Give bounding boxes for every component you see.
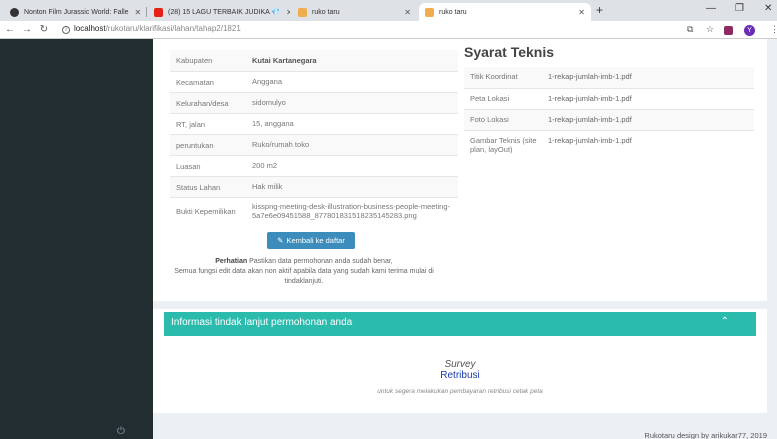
profile-avatar[interactable]: Y	[744, 25, 755, 36]
followup-box: Informasi tindak lanjut permohonan anda …	[153, 309, 767, 413]
row-value: Kutai Kartanegara	[252, 55, 317, 65]
notice-line-2: Semua fungsi edit data akan non aktif ap…	[174, 267, 434, 285]
survey-label: Survey	[444, 359, 476, 370]
row-label: Bukti Kepemilikan	[176, 206, 236, 216]
row-value: Hak milik	[252, 182, 283, 192]
url-path: /rukotaru/klarifikasi/lahan/tahap2/1821	[105, 24, 241, 33]
application-detail-box: Kabupaten Kutai Kartanegara Kecamatan Angg…	[153, 39, 767, 301]
tab-title: ruko taru	[312, 8, 340, 16]
edit-icon: ✎	[277, 236, 284, 245]
row-value[interactable]: kisspng-meeting-desk-illustration-busine…	[248, 199, 458, 224]
browser-tab-active[interactable]: ruko taru ✕	[419, 3, 591, 21]
sidebar: ⏻	[0, 39, 153, 439]
browser-tab[interactable]: (28) 15 LAGU TERBAIK JUDIKA 💎 ✕	[148, 3, 290, 21]
close-window-icon[interactable]: ✕	[764, 3, 772, 14]
followup-status: Survey Retribusi untuk segera melakukan …	[153, 359, 767, 395]
table-row: Kecamatan Anggana	[170, 71, 458, 92]
url-host: localhost	[74, 24, 106, 33]
main-content: Kabupaten Kutai Kartanegara Kecamatan Angg…	[153, 39, 777, 439]
row-label: Kabupaten	[176, 56, 213, 65]
tab-title: Nonton Film Jurassic World: Falle	[24, 8, 129, 16]
mail-favicon-icon	[425, 7, 434, 17]
mail-favicon-icon	[298, 7, 307, 17]
technical-requirements-title: Syarat Teknis	[464, 44, 555, 60]
row-value: Ruko/rumah toko	[252, 140, 310, 150]
close-tab-icon[interactable]: ✕	[572, 8, 585, 17]
row-value: 200 m2	[252, 161, 278, 171]
row-label: Kelurahan/desa	[176, 98, 229, 108]
followup-title: Informasi tindak lanjut permohonan anda	[171, 317, 353, 328]
browser-tab-bar: Nonton Film Jurassic World: Falle ✕ (28)…	[0, 0, 777, 21]
close-tab-icon[interactable]: ✕	[129, 8, 142, 17]
payment-hint: untuk segera melakukan pembayaran retrib…	[377, 388, 543, 395]
close-tab-icon[interactable]: ✕	[280, 8, 290, 17]
row-label: Kecamatan	[176, 77, 214, 87]
reload-icon[interactable]: ↻	[37, 24, 51, 35]
row-label: Titik Koordinat	[470, 72, 518, 81]
address-bar: ← → ↻ i localhost/rukotaru/klarifikasi/la…	[0, 21, 777, 39]
translate-icon[interactable]: ⧉	[687, 24, 693, 35]
power-icon[interactable]: ⏻	[117, 426, 125, 437]
land-info-table: Kabupaten Kutai Kartanegara Kecamatan Angg…	[170, 50, 458, 224]
back-to-list-label: Kembali ke daftar	[286, 236, 345, 245]
row-label: Gambar Teknis (site plan, layOut)	[470, 136, 537, 154]
minimize-icon[interactable]: —	[706, 3, 716, 14]
row-label: peruntukan	[176, 140, 214, 150]
chevron-up-icon[interactable]: ⌃	[721, 316, 729, 327]
retribusi-link[interactable]: Retribusi	[153, 370, 767, 381]
footer-credit: Rukotaru design by arikukar77, 2019	[644, 431, 767, 439]
new-tab-button[interactable]: +	[596, 3, 603, 17]
extension-icon[interactable]	[724, 26, 733, 35]
row-label: RT, jalan	[176, 119, 206, 129]
notice-line-1: Pastikan data permohonan anda sudah bena…	[249, 258, 393, 265]
restore-icon[interactable]: ❐	[735, 3, 744, 14]
table-row: Kelurahan/desa sidomulyo	[170, 92, 458, 113]
table-row: Foto Lokasi 1-rekap-jumlah-imb-1.pdf	[464, 109, 754, 130]
table-row: Bukti Kepemilikan kisspng-meeting-desk-il…	[170, 197, 458, 224]
row-value: sidomulyo	[252, 98, 286, 108]
url-field[interactable]: i localhost/rukotaru/klarifikasi/lahan/ta…	[62, 24, 241, 34]
file-link[interactable]: 1-rekap-jumlah-imb-1.pdf	[548, 94, 754, 103]
browser-tab[interactable]: Nonton Film Jurassic World: Falle ✕	[4, 3, 144, 21]
file-link[interactable]: 1-rekap-jumlah-imb-1.pdf	[548, 72, 754, 81]
site-favicon-icon	[10, 7, 19, 17]
table-row: Luasan 200 m2	[170, 155, 458, 176]
table-row: RT, jalan 15, anggana	[170, 113, 458, 134]
notice-text: Perhatian Pastikan data permohonan anda …	[158, 257, 450, 286]
back-arrow-icon[interactable]: ←	[3, 24, 17, 35]
close-tab-icon[interactable]: ✕	[398, 8, 411, 17]
row-label: Luasan	[176, 161, 201, 171]
table-row: Peta Lokasi 1-rekap-jumlah-imb-1.pdf	[464, 88, 754, 109]
row-label: Foto Lokasi	[470, 115, 509, 124]
technical-requirements-table: Titik Koordinat 1-rekap-jumlah-imb-1.pdf …	[464, 67, 754, 162]
followup-header[interactable]: Informasi tindak lanjut permohonan anda …	[164, 312, 756, 336]
table-row: peruntukan Ruko/rumah toko	[170, 134, 458, 155]
tab-title: ruko taru	[439, 8, 467, 16]
row-value: Anggana	[252, 77, 283, 87]
table-row: Status Lahan Hak milik	[170, 176, 458, 197]
table-row: Gambar Teknis (site plan, layOut) 1-rekap…	[464, 130, 754, 162]
table-row: Titik Koordinat 1-rekap-jumlah-imb-1.pdf	[464, 67, 754, 88]
table-row: Kabupaten Kutai Kartanegara	[170, 50, 458, 71]
info-icon[interactable]: i	[62, 26, 70, 34]
tab-title: (28) 15 LAGU TERBAIK JUDIKA 💎	[168, 9, 281, 16]
browser-tab[interactable]: ruko taru ✕	[292, 3, 417, 21]
file-link[interactable]: 1-rekap-jumlah-imb-1.pdf	[548, 136, 754, 145]
row-value: 15, anggana	[252, 119, 294, 129]
youtube-favicon-icon	[154, 7, 163, 17]
star-icon[interactable]: ☆	[706, 24, 714, 35]
notice-strong: Perhatian	[215, 258, 248, 265]
file-link[interactable]: 1-rekap-jumlah-imb-1.pdf	[548, 115, 754, 124]
forward-arrow-icon[interactable]: →	[20, 24, 34, 35]
row-label: Peta Lokasi	[470, 94, 510, 103]
menu-icon[interactable]: ⋮	[770, 24, 777, 35]
row-label: Status Lahan	[176, 182, 221, 192]
back-to-list-button[interactable]: ✎ Kembali ke daftar	[267, 232, 355, 249]
